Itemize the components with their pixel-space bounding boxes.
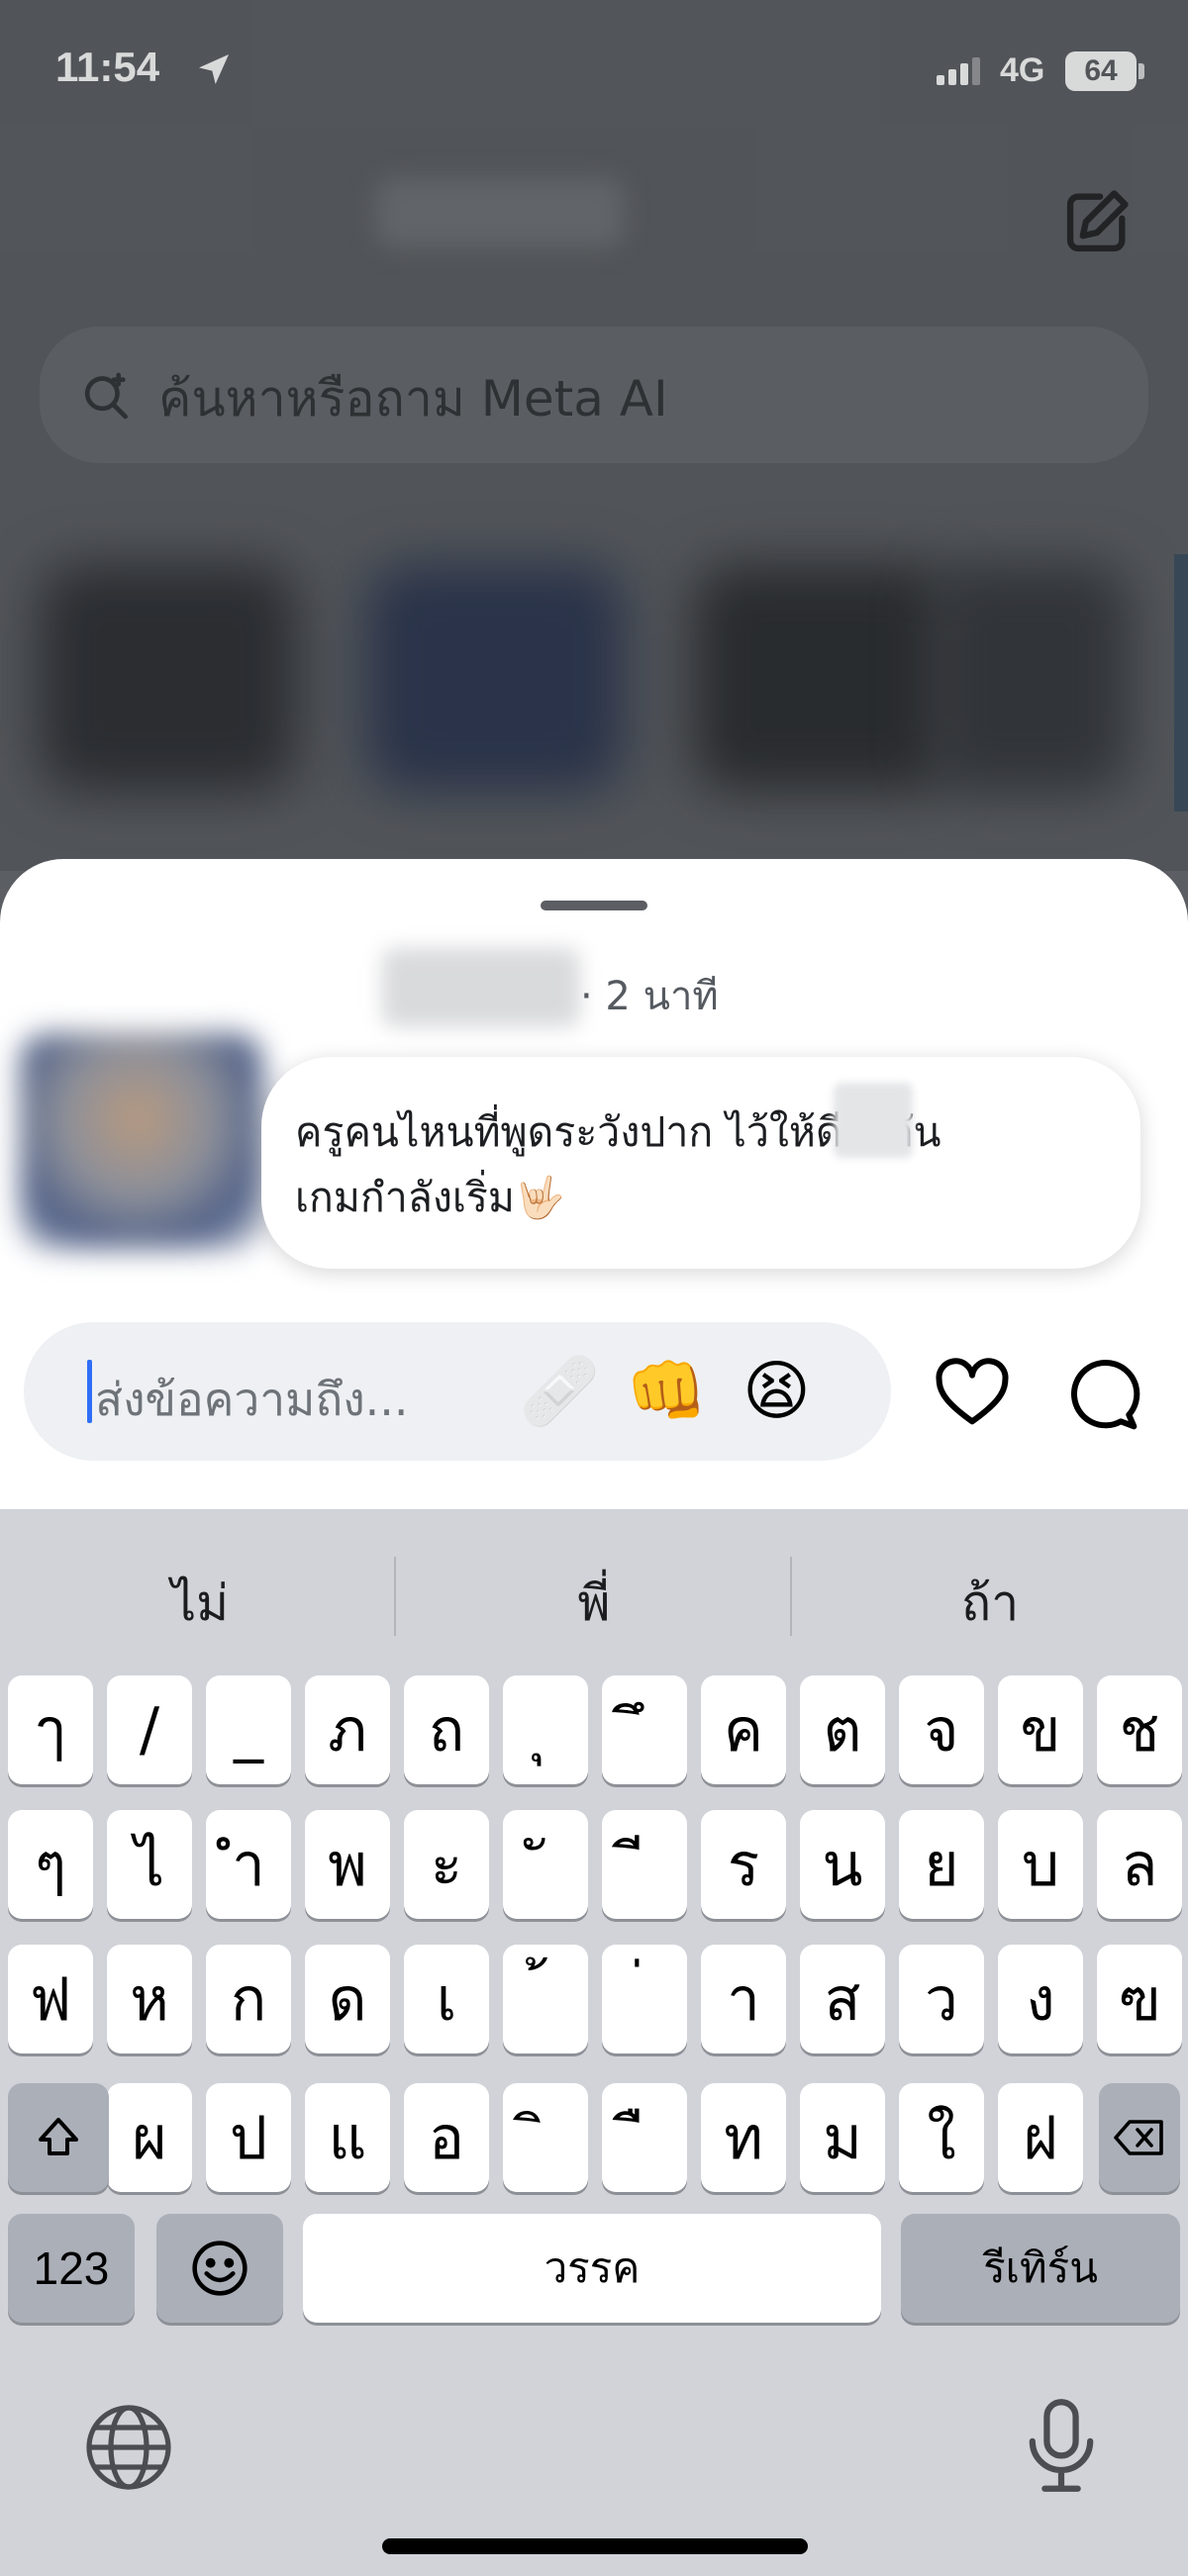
reply-input[interactable]: ส่งข้อความถึง... 🩹 👊 😫 xyxy=(24,1322,891,1461)
key-row1-3[interactable]: ภ xyxy=(305,1675,390,1784)
numbers-key[interactable]: 123 xyxy=(8,2214,135,2323)
backspace-icon xyxy=(1114,2120,1163,2155)
key-row2-9[interactable]: ย xyxy=(899,1810,984,1919)
emoji-key[interactable] xyxy=(156,2214,283,2323)
key-row1-0[interactable]: ๅ xyxy=(8,1675,93,1784)
key-row3-4[interactable]: เ xyxy=(404,1945,489,2053)
dim-overlay xyxy=(0,0,1188,871)
key-row4-1[interactable]: ป xyxy=(206,2083,291,2192)
key-row1-8[interactable]: ต xyxy=(800,1675,885,1784)
key-row1-9[interactable]: จ xyxy=(899,1675,984,1784)
message-line-2: เกมกำลังเริ่ม🤟🏻 xyxy=(295,1174,565,1221)
text-cursor xyxy=(87,1360,92,1423)
blurred-sender-name xyxy=(382,948,580,1027)
key-row3-0[interactable]: ฟ xyxy=(8,1945,93,2053)
bandage-reaction-icon[interactable]: 🩹 xyxy=(519,1354,600,1429)
home-indicator[interactable] xyxy=(382,2538,808,2554)
key-row4-3[interactable]: อ xyxy=(404,2083,489,2192)
key-row2-10[interactable]: บ xyxy=(998,1810,1083,1919)
emoji-icon xyxy=(192,2241,248,2296)
fist-reaction-icon[interactable]: 👊 xyxy=(626,1354,707,1429)
suggestion-1[interactable]: ไม่ xyxy=(51,1565,348,1643)
key-row2-5[interactable]: ั xyxy=(503,1810,588,1919)
microphone-icon[interactable] xyxy=(1020,2396,1103,2495)
key-row3-5[interactable]: ้ xyxy=(503,1945,588,2053)
message-timestamp: · 2 นาที xyxy=(580,974,719,1019)
key-row1-4[interactable]: ถ xyxy=(404,1675,489,1784)
message-bubble: ครูคนไหนที่พูดระวังปาก ไว้ให้ดีละกัน เกม… xyxy=(261,1057,1140,1269)
key-row4-9[interactable]: ฝ xyxy=(998,2083,1083,2192)
key-row3-9[interactable]: ว xyxy=(899,1945,984,2053)
key-row2-6[interactable]: ี xyxy=(602,1810,687,1919)
key-row3-6[interactable]: ่ xyxy=(602,1945,687,2053)
comment-icon[interactable] xyxy=(1061,1354,1140,1433)
key-row3-11[interactable]: ฃ xyxy=(1097,1945,1182,2053)
key-row2-1[interactable]: ไ xyxy=(107,1810,192,1919)
key-row1-7[interactable]: ค xyxy=(701,1675,786,1784)
space-key[interactable]: วรรค xyxy=(303,2214,881,2323)
shift-icon xyxy=(39,2118,78,2155)
key-row3-3[interactable]: ด xyxy=(305,1945,390,2053)
heart-icon[interactable] xyxy=(933,1354,1012,1433)
suggestion-3[interactable]: ถ้า xyxy=(842,1565,1138,1643)
key-row2-0[interactable]: ๆ xyxy=(8,1810,93,1919)
key-row4-8[interactable]: ใ xyxy=(899,2083,984,2192)
globe-icon[interactable] xyxy=(81,2400,176,2495)
key-row3-2[interactable]: ก xyxy=(206,1945,291,2053)
sender-avatar[interactable] xyxy=(20,1033,263,1249)
tired-face-reaction-icon[interactable]: 😫 xyxy=(742,1354,811,1429)
suggestion-divider xyxy=(394,1557,396,1636)
redacted-word xyxy=(834,1083,913,1158)
key-row2-2[interactable]: ำ xyxy=(206,1810,291,1919)
sheet-grabber[interactable] xyxy=(541,901,647,910)
shift-key[interactable] xyxy=(8,2083,109,2192)
key-row1-10[interactable]: ข xyxy=(998,1675,1083,1784)
key-row4-2[interactable]: แ xyxy=(305,2083,390,2192)
key-row1-1[interactable]: / xyxy=(107,1675,192,1784)
key-row4-6[interactable]: ท xyxy=(701,2083,786,2192)
key-row2-8[interactable]: น xyxy=(800,1810,885,1919)
key-row1-11[interactable]: ช xyxy=(1097,1675,1182,1784)
key-row1-2[interactable]: _ xyxy=(206,1675,291,1784)
key-row1-6[interactable]: ึ xyxy=(602,1675,687,1784)
key-row3-10[interactable]: ง xyxy=(998,1945,1083,2053)
key-row4-7[interactable]: ม xyxy=(800,2083,885,2192)
key-row2-11[interactable]: ล xyxy=(1097,1810,1182,1919)
suggestion-2[interactable]: พี่ xyxy=(446,1565,742,1643)
key-row2-7[interactable]: ร xyxy=(701,1810,786,1919)
key-row3-1[interactable]: ห xyxy=(107,1945,192,2053)
key-row4-0[interactable]: ผ xyxy=(107,2083,192,2192)
suggestion-divider xyxy=(790,1557,792,1636)
return-key[interactable]: รีเทิร์น xyxy=(901,2214,1180,2323)
key-row1-5[interactable]: ุ xyxy=(503,1675,588,1784)
delete-key[interactable] xyxy=(1099,2083,1180,2192)
key-row4-4[interactable]: ิ xyxy=(503,2083,588,2192)
key-row3-7[interactable]: า xyxy=(701,1945,786,2053)
key-row2-4[interactable]: ะ xyxy=(404,1810,489,1919)
key-row2-3[interactable]: พ xyxy=(305,1810,390,1919)
key-row4-5[interactable]: ื xyxy=(602,2083,687,2192)
reply-placeholder: ส่งข้อความถึง... xyxy=(95,1373,409,1426)
key-row3-8[interactable]: ส xyxy=(800,1945,885,2053)
thai-keyboard: ไม่ พี่ ถ้า ๅ/_ภถุึคตจขชๆไำพะัีรนยบลฟหกด… xyxy=(0,1509,1188,2576)
